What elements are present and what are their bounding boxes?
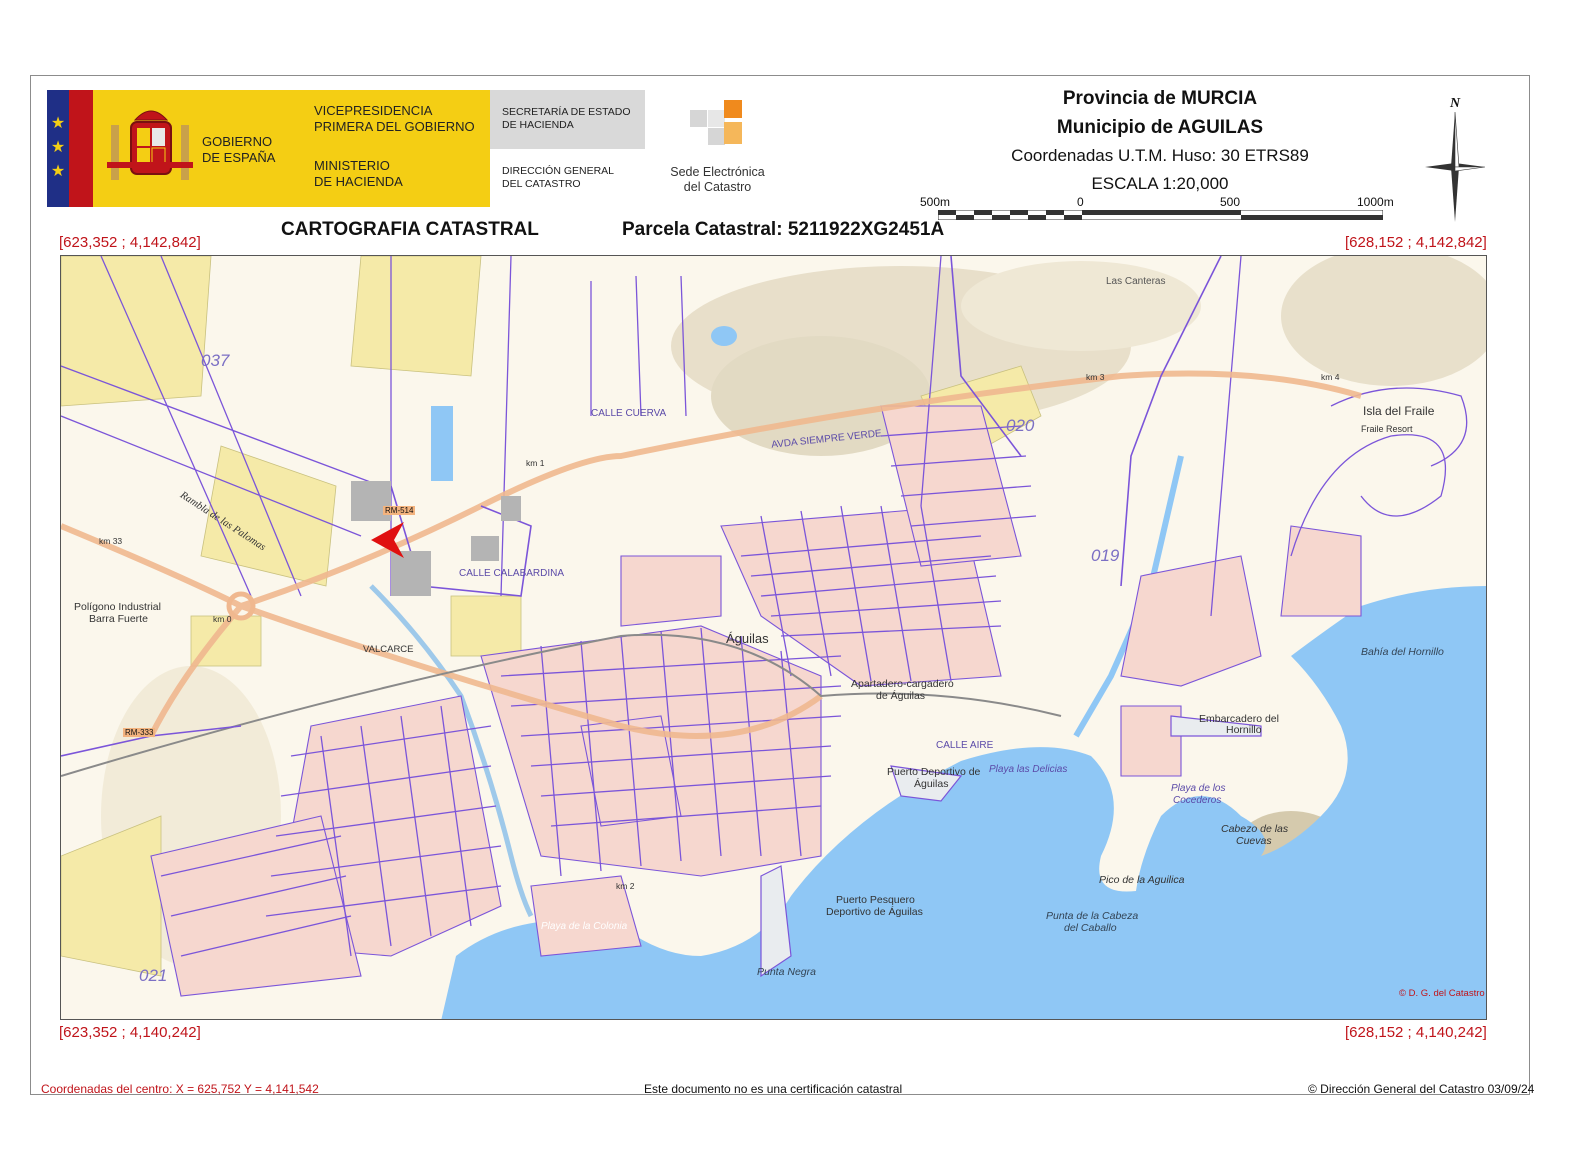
- secretaria-block: SECRETARÍA DE ESTADO DE HACIENDA: [490, 90, 645, 149]
- playa-colonia-label: Playa de la Colonia: [541, 921, 628, 932]
- gov-line1: GOBIERNO: [202, 134, 273, 149]
- cabezo-cuevas-label: Cabezo de las: [1221, 823, 1289, 835]
- sede-electronica-text: Sede Electrónica del Catastro: [660, 165, 775, 195]
- direction-line2: DEL CATASTRO: [502, 178, 581, 190]
- ministerio-text: MINISTERIO DE HACIENDA: [314, 158, 403, 190]
- zone-020-label: 020: [1006, 416, 1035, 435]
- ministry-line1: MINISTERIO: [314, 158, 390, 173]
- apartadero-label-2: de Águilas: [876, 690, 926, 702]
- scale-label-left: 500m: [920, 195, 951, 209]
- fraile-resort-label: Fraile Resort: [1361, 424, 1413, 434]
- barra-fuerte-label: Barra Fuerte: [89, 613, 148, 625]
- map-graphics: [61, 256, 1486, 1019]
- municipality-title: Municipio de AGUILAS: [1056, 117, 1264, 138]
- zone-021-label: 021: [139, 966, 168, 985]
- gov-line2: DE ESPAÑA: [202, 150, 276, 165]
- punta-cabeza-label: Punta de la Cabeza: [1046, 910, 1139, 922]
- cartography-title: CARTOGRAFIA CATASTRAL: [281, 219, 539, 240]
- apartadero-label: Apartadero-cargadero: [851, 678, 954, 690]
- direccion-text: DIRECCIÓN GENERAL DEL CATASTRO: [502, 165, 614, 191]
- vicepresidencia-text: VICEPRESIDENCIA PRIMERA DEL GOBIERNO: [314, 103, 475, 135]
- scale-bar: [938, 210, 1383, 220]
- gobierno-logo-block: ★ ★ ★ GOBIERNO DE ESPAÑA: [47, 90, 300, 207]
- km1-label: km 1: [526, 458, 545, 468]
- puerto-deportivo-label: Puerto Deportivo de: [887, 766, 981, 778]
- sede-line1: Sede Electrónica: [670, 165, 765, 179]
- isla-fraile-label: Isla del Fraile: [1363, 404, 1435, 418]
- secretaria-text: SECRETARÍA DE ESTADO DE HACIENDA: [502, 106, 631, 132]
- direction-line1: DIRECCIÓN GENERAL: [502, 165, 615, 177]
- corner-bottom-right: [628,152 ; 4,140,242]: [1345, 1024, 1487, 1041]
- scale-text: ESCALA 1:20,000: [1091, 174, 1229, 193]
- calle-aire-label: CALLE AIRE: [936, 740, 994, 751]
- north-arrow-icon: [1425, 112, 1485, 222]
- km3-label: km 3: [1086, 372, 1105, 382]
- bahia-hornillo-label: Bahía del Hornillo: [1361, 646, 1444, 658]
- secretary-line2: DE HACIENDA: [502, 119, 574, 131]
- svg-text:★: ★: [51, 115, 65, 132]
- svg-text:★: ★: [51, 139, 65, 156]
- north-label: N: [1450, 96, 1461, 111]
- valcarce-label: VALCARCE: [363, 644, 414, 655]
- punta-cabeza-label-2: del Caballo: [1064, 922, 1117, 934]
- province-title: Provincia de MURCIA: [1062, 88, 1258, 109]
- zone-037-label: 037: [201, 351, 230, 370]
- puerto-deportivo-label-2: Águilas: [914, 778, 949, 790]
- corner-bottom-left: [623,352 ; 4,140,242]: [59, 1024, 201, 1041]
- parcel-title: Parcela Catastral: 5211922XG2451A: [622, 219, 945, 240]
- puerto-pesquero-label-2: Deportivo de Águilas: [826, 906, 923, 918]
- km2-label: km 2: [616, 881, 635, 891]
- vicepresidencia-block: VICEPRESIDENCIA PRIMERA DEL GOBIERNO MIN…: [300, 90, 490, 207]
- aguilas-label: Águilas: [726, 631, 769, 646]
- scale-label-zero: 0: [1077, 195, 1084, 209]
- secretary-line1: SECRETARÍA DE ESTADO: [502, 106, 631, 118]
- calle-calabardina-label: CALLE CALABARDINA: [459, 568, 565, 579]
- embarcadero-label-2: Hornillo: [1226, 724, 1262, 736]
- playa-cocederos-label: Playa de los: [1171, 783, 1226, 794]
- coat-of-arms-icon: [107, 110, 193, 180]
- playa-cocederos-label-2: Cocederos: [1173, 795, 1222, 806]
- las-canteras-label: Las Canteras: [1106, 276, 1166, 287]
- playa-delicias-label: Playa las Delicias: [989, 764, 1068, 775]
- km33-label: km 33: [99, 536, 123, 546]
- km4-label: km 4: [1321, 372, 1340, 382]
- puerto-pesquero-label: Puerto Pesquero: [836, 894, 915, 906]
- scale-label-right: 1000m: [1357, 195, 1394, 209]
- ministry-line2: DE HACIENDA: [314, 174, 403, 189]
- cabezo-cuevas-label-2: Cuevas: [1236, 835, 1272, 847]
- scale-label-mid: 500: [1220, 195, 1241, 209]
- pico-aguilica-label: Pico de la Aguilica: [1099, 874, 1185, 886]
- poligono-label: Polígono Industrial: [74, 601, 161, 613]
- punta-negra-label: Punta Negra: [757, 966, 816, 978]
- sede-line2: del Catastro: [683, 180, 752, 194]
- vice-line1: VICEPRESIDENCIA: [314, 103, 433, 118]
- center-coordinates: Coordenadas del centro: X = 625,752 Y = …: [41, 1082, 319, 1096]
- svg-text:★: ★: [51, 163, 65, 180]
- map-copyright: © D. G. del Catastro: [1399, 988, 1485, 999]
- corner-top-left: [623,352 ; 4,142,842]: [59, 234, 201, 251]
- km0-label: km 0: [213, 614, 232, 624]
- vice-line2: PRIMERA DEL GOBIERNO: [314, 119, 475, 134]
- water-pond-small: [711, 326, 737, 346]
- zone-019-label: 019: [1091, 546, 1120, 565]
- calle-cuerva-label: CALLE CUERVA: [591, 408, 667, 419]
- corner-top-right: [628,152 ; 4,142,842]: [1345, 234, 1487, 251]
- rm333-road-label: RM-333: [123, 728, 156, 737]
- sede-electronica-logo-icon: [690, 100, 742, 145]
- gobierno-text: GOBIERNO DE ESPAÑA: [202, 134, 275, 166]
- cadastral-map[interactable]: 037 020 019 021 Las Canteras Isla del Fr…: [60, 255, 1487, 1020]
- coordinate-system: Coordenadas U.T.M. Huso: 30 ETRS89: [1011, 146, 1309, 165]
- disclaimer-text: Este documento no es una certificación c…: [644, 1082, 903, 1096]
- rm514-road-label: RM-514: [383, 506, 416, 515]
- water-pond: [431, 406, 453, 481]
- footer-copyright: © Dirección General del Catastro 03/09/2…: [1308, 1082, 1535, 1096]
- eu-flag-icon: ★ ★ ★: [47, 90, 93, 207]
